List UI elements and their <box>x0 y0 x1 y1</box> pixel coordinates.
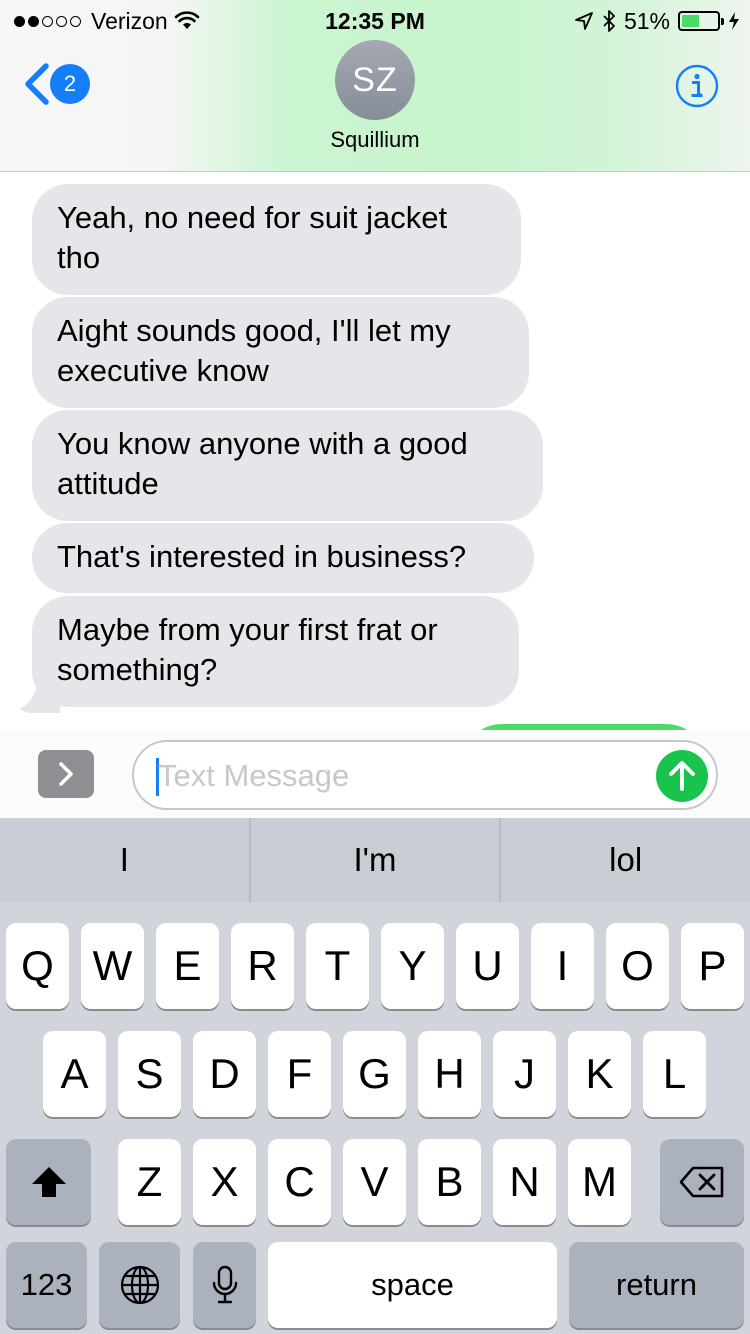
globe-icon <box>120 1265 159 1305</box>
return-key[interactable]: return <box>569 1242 744 1328</box>
battery-level-fill <box>682 15 700 27</box>
send-button[interactable] <box>656 750 708 802</box>
message-text-line: You know anyone with a good <box>57 426 468 461</box>
microphone-icon <box>212 1265 237 1304</box>
shift-icon <box>31 1167 66 1197</box>
location-arrow-icon <box>575 12 593 30</box>
predictive-text-bar: I I'm lol <box>0 818 750 902</box>
key-s[interactable]: S <box>118 1031 181 1117</box>
message-text-line: executive know <box>57 353 269 388</box>
key-v[interactable]: V <box>343 1139 406 1225</box>
message-bubble[interactable]: You know anyone with a good attitude <box>32 410 543 521</box>
navigation-header: Verizon 12:35 PM 51% 2 SZ Squillium <box>0 0 750 172</box>
charging-bolt-icon <box>729 12 739 30</box>
bluetooth-icon <box>603 10 615 32</box>
key-m[interactable]: M <box>568 1139 631 1225</box>
key-h[interactable]: H <box>418 1031 481 1117</box>
info-icon[interactable] <box>675 64 719 108</box>
key-a[interactable]: A <box>43 1031 106 1117</box>
back-button[interactable]: 2 <box>22 62 90 106</box>
key-l[interactable]: L <box>643 1031 706 1117</box>
message-text-line: tho <box>57 240 101 275</box>
key-f[interactable]: F <box>268 1031 331 1117</box>
battery-percent: 51% <box>623 7 670 34</box>
message-text-line: Aight sounds good, I'll let my <box>57 313 451 348</box>
key-p[interactable]: P <box>681 923 744 1009</box>
backspace-key[interactable] <box>660 1139 744 1225</box>
backspace-icon <box>679 1166 724 1198</box>
message-text-line: Maybe from your first frat or <box>57 612 438 647</box>
prediction-suggestion[interactable]: I <box>0 818 249 902</box>
prediction-suggestion[interactable]: I'm <box>248 818 500 902</box>
key-c[interactable]: C <box>268 1139 331 1225</box>
key-z[interactable]: Z <box>118 1139 181 1225</box>
contact-avatar[interactable]: SZ <box>335 40 415 120</box>
key-u[interactable]: U <box>456 923 519 1009</box>
key-d[interactable]: D <box>193 1031 256 1117</box>
arrow-up-icon <box>669 761 695 791</box>
key-e[interactable]: E <box>156 923 219 1009</box>
status-bar-right: 51% <box>574 6 740 36</box>
message-input[interactable] <box>158 754 638 798</box>
message-list[interactable]: Yeah, no need for suit jacket tho Aight … <box>0 173 750 730</box>
numbers-key[interactable]: 123 <box>6 1242 87 1328</box>
message-text-line: attitude <box>57 466 159 501</box>
key-r[interactable]: R <box>231 923 294 1009</box>
key-o[interactable]: O <box>606 923 669 1009</box>
key-x[interactable]: X <box>193 1139 256 1225</box>
contact-name[interactable]: Squillium <box>0 127 750 153</box>
key-b[interactable]: B <box>418 1139 481 1225</box>
message-bubble[interactable]: That's interested in business? <box>32 523 534 593</box>
key-w[interactable]: W <box>81 923 144 1009</box>
message-bubble[interactable]: Aight sounds good, I'll let my executive… <box>32 297 529 408</box>
dictation-key[interactable] <box>193 1242 256 1328</box>
key-j[interactable]: J <box>493 1031 556 1117</box>
key-k[interactable]: K <box>568 1031 631 1117</box>
compose-bar <box>0 730 750 818</box>
unread-count-badge: 2 <box>50 64 90 104</box>
key-g[interactable]: G <box>343 1031 406 1117</box>
key-n[interactable]: N <box>493 1139 556 1225</box>
message-bubble[interactable]: Yeah, no need for suit jacket tho <box>32 184 521 295</box>
space-key[interactable]: space <box>268 1242 557 1328</box>
chevron-left-icon <box>25 63 49 105</box>
chevron-right-icon <box>59 762 73 786</box>
message-text-line: Yeah, no need for suit jacket <box>57 200 448 235</box>
keyboard: I I'm lol Q W E R T Y U I O P A S D F G … <box>0 818 750 1334</box>
message-text-line: something? <box>57 652 218 687</box>
message-text-line: That's interested in business? <box>57 539 467 574</box>
key-t[interactable]: T <box>306 923 369 1009</box>
prediction-suggestion[interactable]: lol <box>499 818 750 902</box>
message-bubble[interactable]: Maybe from your first frat or something? <box>32 596 519 707</box>
key-q[interactable]: Q <box>6 923 69 1009</box>
globe-key[interactable] <box>99 1242 180 1328</box>
battery-icon <box>678 11 724 31</box>
key-i[interactable]: I <box>531 923 594 1009</box>
app-drawer-button[interactable] <box>38 750 94 798</box>
message-input-field[interactable] <box>132 740 718 810</box>
key-y[interactable]: Y <box>381 923 444 1009</box>
shift-key[interactable] <box>6 1139 91 1225</box>
